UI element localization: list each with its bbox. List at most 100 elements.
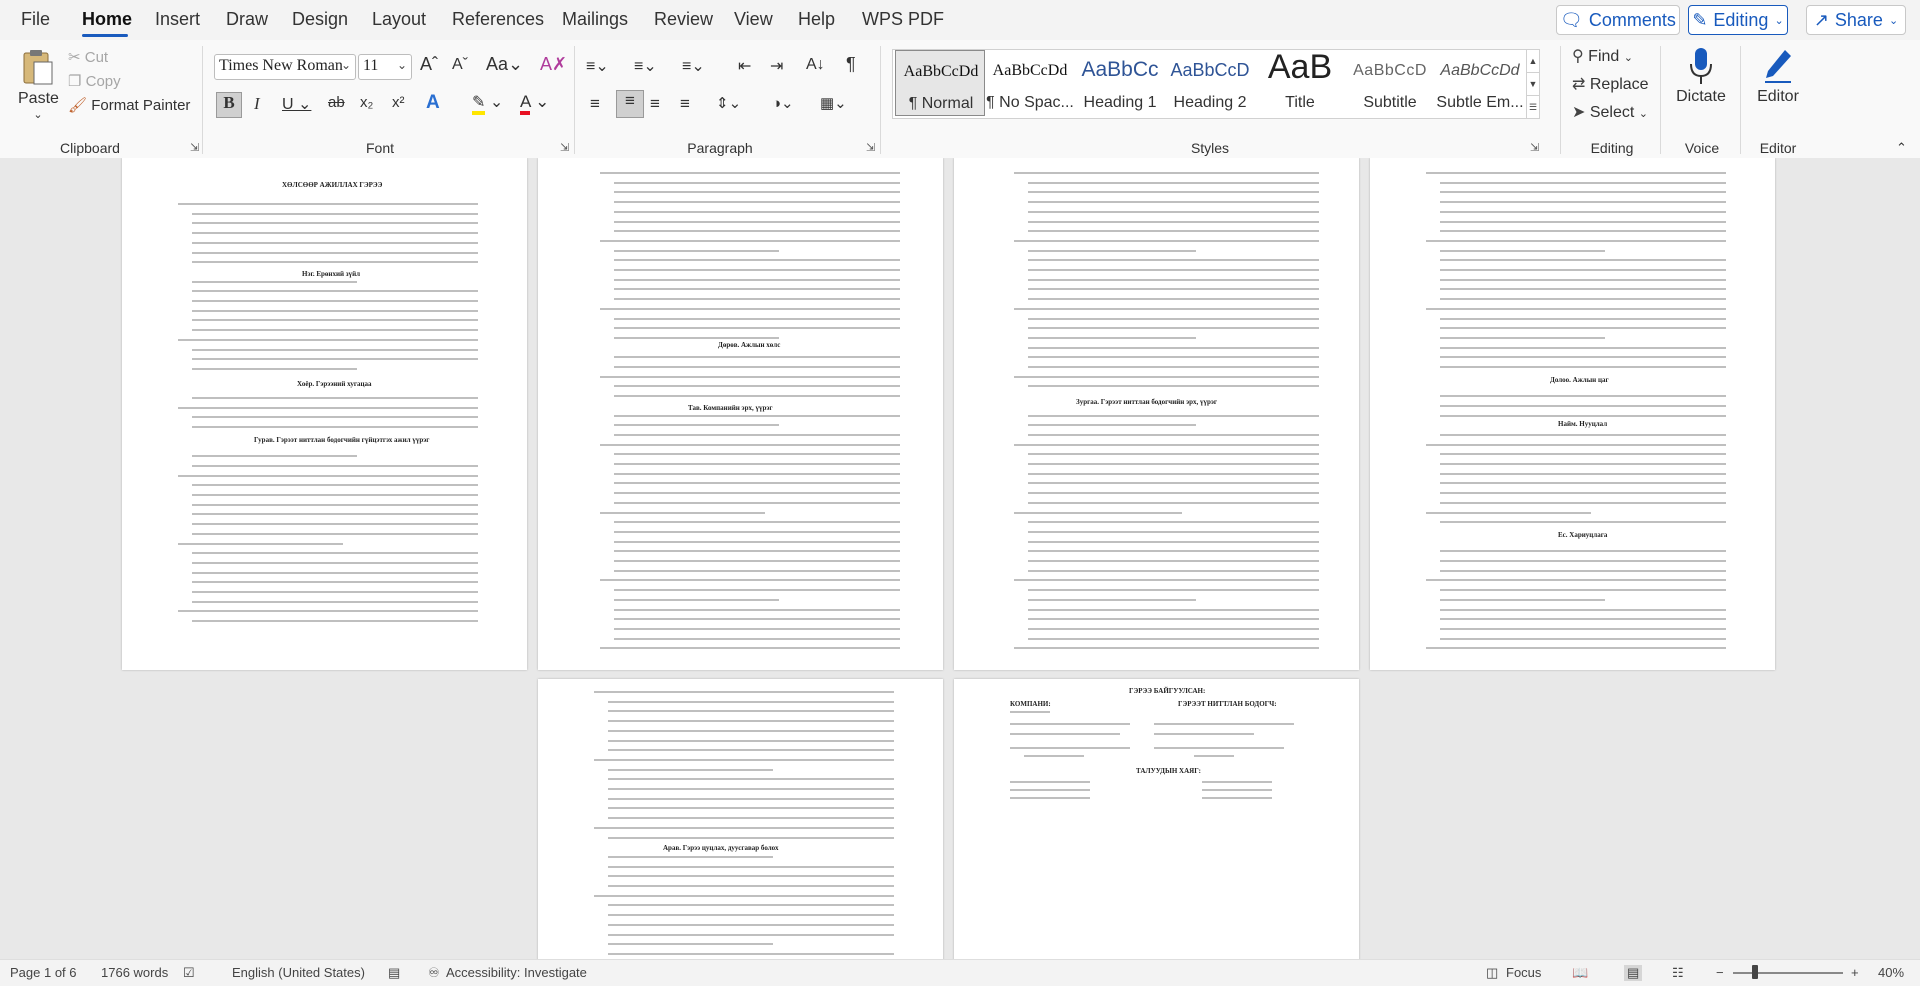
menu-home[interactable]: Home (82, 9, 132, 30)
text-line (1440, 327, 1726, 330)
dictate-button[interactable]: Dictate (1672, 46, 1730, 106)
font-name-combo[interactable]: Times New Roman ⌄ (214, 54, 356, 80)
style-subtitle[interactable]: AaBbCcD Subtitle (1345, 50, 1435, 118)
style-subtle-emphasis[interactable]: AaBbCcDd Subtle Em... (1435, 50, 1525, 118)
focus-button[interactable]: Focus (1506, 965, 1541, 980)
zoom-slider-thumb[interactable] (1752, 965, 1758, 979)
subscript-button[interactable]: x₂ (360, 94, 373, 111)
format-painter-button[interactable]: 🖌 Format Painter (68, 96, 190, 114)
paragraph-dialog-launcher-icon[interactable]: ⇲ (866, 141, 875, 154)
strikethrough-button[interactable]: ab (328, 94, 345, 111)
text-line (192, 552, 478, 555)
menu-draw[interactable]: Draw (226, 9, 268, 30)
text-line (614, 521, 900, 524)
menu-design[interactable]: Design (292, 9, 348, 30)
proofing-icon[interactable]: ☑ (183, 965, 195, 981)
pencil-icon: ✎ (1692, 9, 1708, 30)
align-left-button[interactable]: ≡ (590, 94, 600, 114)
font-color-button[interactable]: A ⌄ (520, 92, 549, 115)
show-formatting-button[interactable]: ¶ (846, 54, 856, 75)
menu-view[interactable]: View (734, 9, 773, 30)
document-page-4[interactable]: Долоо. Ажлын цаг Найм. Нууцлал Ес. Хариу… (1370, 158, 1775, 670)
increase-indent-button[interactable]: ⇥ (770, 56, 783, 76)
clipboard-dialog-launcher-icon[interactable]: ⇲ (190, 141, 199, 154)
more-styles-icon[interactable]: ☰ (1527, 96, 1539, 118)
style-title[interactable]: AaB Title (1255, 48, 1345, 118)
text-line (192, 464, 478, 467)
bullets-button[interactable]: ≡⌄ (586, 56, 609, 76)
multilevel-list-button[interactable]: ≡⌄ (682, 56, 705, 76)
editor-button[interactable]: Editor (1748, 46, 1808, 106)
shading-button[interactable]: ◑⌄ (772, 94, 794, 112)
sort-button[interactable]: A↓ (806, 56, 825, 74)
menu-mailings[interactable]: Mailings (562, 9, 628, 30)
share-button[interactable]: ↗ Share ⌄ (1806, 5, 1906, 35)
menu-insert[interactable]: Insert (155, 9, 200, 30)
select-button[interactable]: ➤ Select ⌄ (1572, 102, 1648, 122)
superscript-button[interactable]: x² (392, 94, 405, 111)
comments-button[interactable]: 🗨 Comments (1556, 5, 1680, 35)
document-page-6[interactable]: ГЭРЭЭ БАЙГУУЛСАН: КОМПАНИ: ГЭРЭЭТ НИТТЛА… (954, 679, 1359, 959)
style-preview: AaB (1267, 48, 1333, 86)
style-heading-1[interactable]: AaBbCc Heading 1 (1075, 50, 1165, 118)
decrease-indent-button[interactable]: ⇤ (738, 56, 751, 76)
highlight-button[interactable]: ✎ ⌄ (472, 92, 503, 115)
text-line (1440, 181, 1726, 184)
read-mode-icon[interactable]: 📖 (1572, 965, 1588, 981)
line-spacing-button[interactable]: ⇕⌄ (716, 94, 741, 112)
zoom-out-icon[interactable]: − (1716, 965, 1724, 980)
editing-mode-button[interactable]: ✎ Editing ⌄ (1688, 5, 1788, 35)
copy-button[interactable]: ❐ Copy (68, 72, 121, 90)
styles-dialog-launcher-icon[interactable]: ⇲ (1530, 141, 1539, 154)
menu-help[interactable]: Help (798, 9, 835, 30)
cut-button[interactable]: ✂ Cut (68, 48, 108, 66)
justify-button[interactable]: ≡ (680, 94, 690, 114)
paste-button[interactable]: Paste ⌄ (18, 48, 59, 128)
borders-button[interactable]: ▦⌄ (820, 94, 847, 112)
text-effects-button[interactable]: A (426, 92, 440, 114)
menu-review[interactable]: Review (654, 9, 713, 30)
track-changes-icon[interactable]: ▤ (388, 965, 400, 981)
scroll-up-icon[interactable]: ▲ (1527, 50, 1539, 73)
zoom-level[interactable]: 40% (1878, 965, 1904, 980)
zoom-slider-track[interactable] (1733, 972, 1843, 974)
document-page-1[interactable]: ХӨЛСӨӨР АЖИЛЛАХ ГЭРЭЭ Нэг. Ерөнхий зүйл … (122, 158, 527, 670)
web-layout-icon[interactable]: ☷ (1672, 965, 1684, 981)
style-normal[interactable]: AaBbCcDd ¶ Normal (895, 50, 985, 116)
menu-layout[interactable]: Layout (372, 9, 426, 30)
document-page-3[interactable]: Зургаа. Гэрээт ниттлан бодогчийн эрх, үү… (954, 158, 1359, 670)
document-page-2[interactable]: Дөрөв. Ажлын хөлс Тав. Компанийн эрх, үү… (538, 158, 943, 670)
style-heading-2[interactable]: AaBbCcD Heading 2 (1165, 50, 1255, 118)
menu-file[interactable]: File (21, 9, 50, 30)
bold-button[interactable]: B (216, 92, 242, 118)
language-indicator[interactable]: English (United States) (232, 965, 365, 980)
menu-wps-pdf[interactable]: WPS PDF (862, 9, 944, 30)
accessibility-status[interactable]: Accessibility: Investigate (446, 965, 587, 980)
font-dialog-launcher-icon[interactable]: ⇲ (560, 141, 569, 154)
find-button[interactable]: ⚲ Find ⌄ (1572, 46, 1633, 66)
change-case-button[interactable]: Aa⌄ (486, 54, 523, 75)
scroll-down-icon[interactable]: ▼ (1527, 73, 1539, 96)
zoom-in-icon[interactable]: + (1851, 965, 1859, 980)
styles-scroll: ▲ ▼ ☰ (1526, 49, 1540, 119)
menu-references[interactable]: References (452, 9, 544, 30)
underline-button[interactable]: U ⌄ (282, 94, 311, 114)
collapse-ribbon-button[interactable]: ⌃ (1896, 140, 1907, 156)
style-no-spacing[interactable]: AaBbCcDd ¶ No Spac... (985, 50, 1075, 118)
shrink-font-button[interactable]: Aˇ (452, 56, 468, 74)
clear-formatting-button[interactable]: A✗ (540, 54, 567, 75)
print-layout-icon[interactable]: ▤ (1624, 965, 1643, 981)
font-size-combo[interactable]: 11 ⌄ (358, 54, 412, 80)
document-canvas[interactable]: ХӨЛСӨӨР АЖИЛЛАХ ГЭРЭЭ Нэг. Ерөнхий зүйл … (0, 158, 1920, 959)
page-count[interactable]: Page 1 of 6 (10, 965, 77, 980)
word-count[interactable]: 1766 words (101, 965, 168, 980)
align-center-button[interactable]: ≡ (616, 90, 644, 118)
text-line (600, 239, 900, 242)
align-right-button[interactable]: ≡ (650, 94, 660, 114)
replace-button[interactable]: ⇄ Replace (1572, 74, 1649, 94)
document-page-5[interactable]: Арав. Гэрээ цуцлах, дуусгавар болох (538, 679, 943, 959)
grow-font-button[interactable]: Aˆ (420, 54, 438, 75)
numbering-button[interactable]: ≡⌄ (634, 56, 657, 76)
text-line (178, 610, 478, 613)
italic-button[interactable]: I (254, 94, 260, 114)
